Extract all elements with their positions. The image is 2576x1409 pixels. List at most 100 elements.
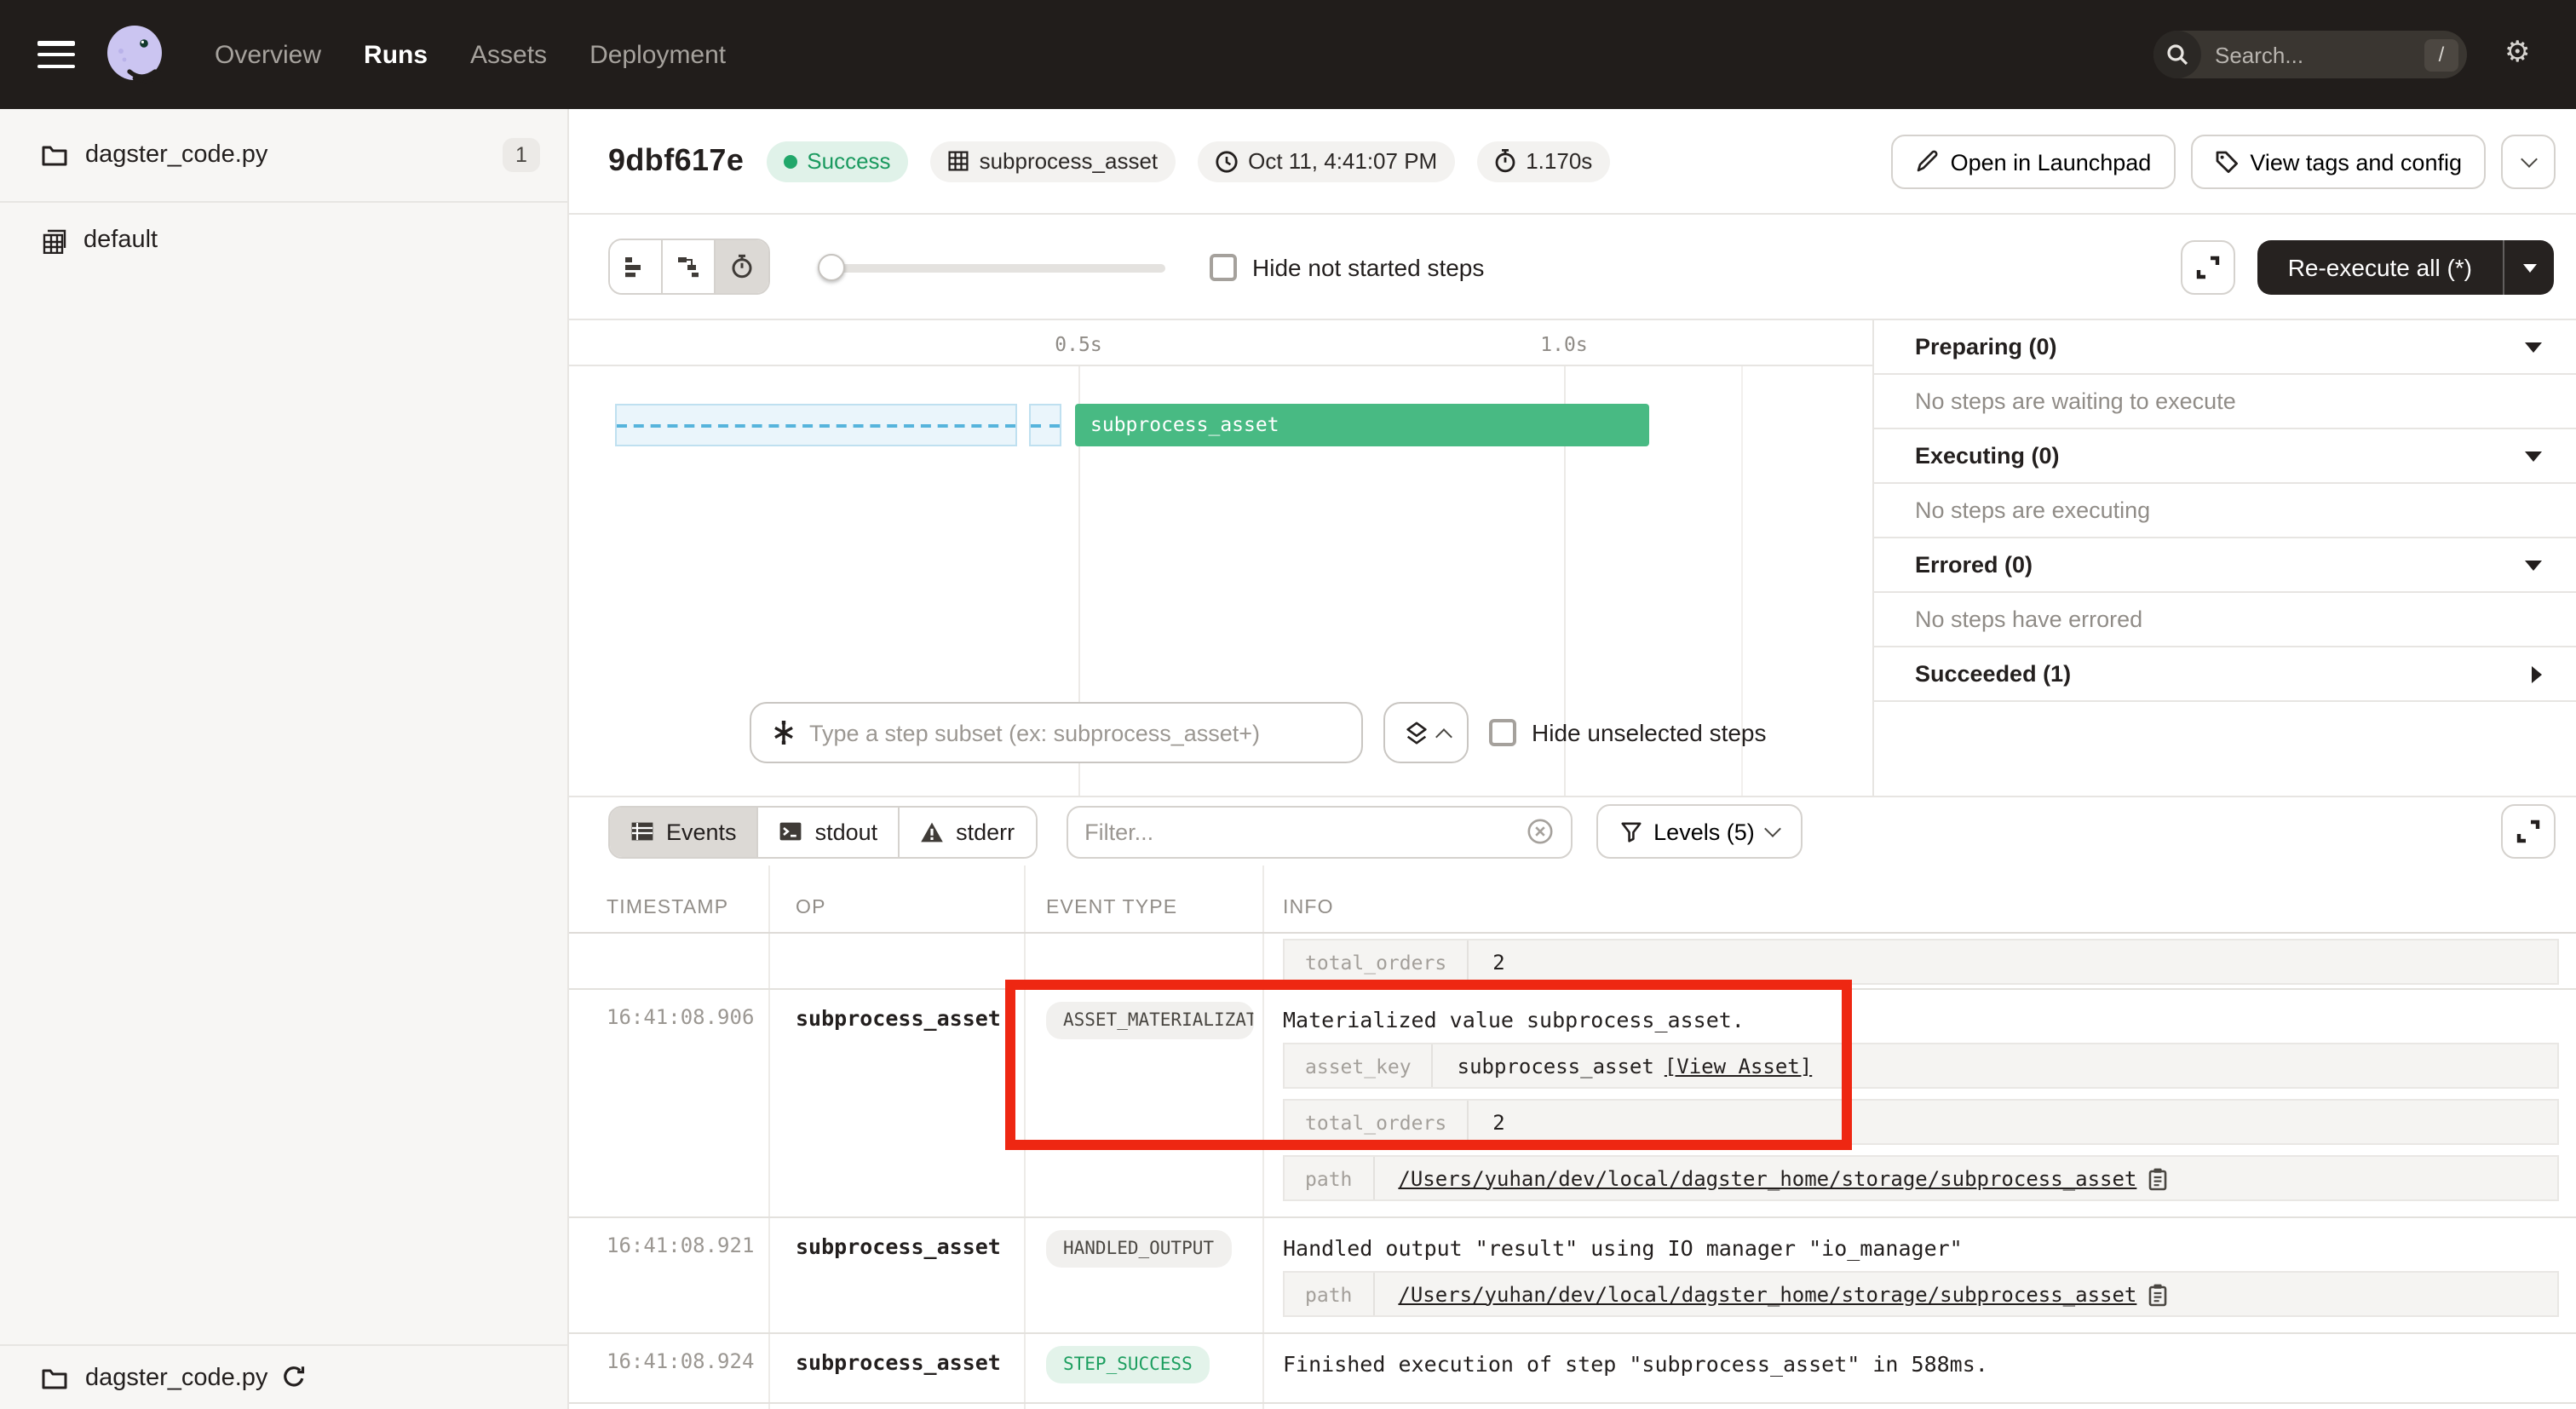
- zoom-slider[interactable]: [818, 253, 1165, 280]
- metadata-label: total_orders: [1285, 1101, 1469, 1143]
- dagster-logo-icon[interactable]: [102, 22, 167, 87]
- view-asset-link[interactable]: [View Asset]: [1665, 1054, 1812, 1078]
- sidebar-footer-code-location[interactable]: dagster_code.py: [0, 1344, 567, 1409]
- pencil-icon: [1915, 150, 1939, 174]
- metadata-value: /Users/yuhan/dev/local/dagster_home/stor…: [1398, 1282, 2136, 1306]
- event-timestamp[interactable]: 16:41:08.921: [607, 1234, 754, 1257]
- event-timestamp[interactable]: 16:41:08.906: [607, 1005, 754, 1029]
- step-status-section-header[interactable]: Succeeded (1): [1874, 647, 2576, 702]
- top-nav: Overview Runs Assets Deployment Search..…: [0, 0, 2576, 109]
- gantt-fullscreen-button[interactable]: [2181, 240, 2235, 295]
- event-message: Materialized value subprocess_asset.: [1283, 1005, 2559, 1034]
- event-op: subprocess_asset: [796, 1234, 1001, 1259]
- checkbox-icon: [1489, 719, 1516, 746]
- gantt-section: 0.5s 1.0s subprocess_asset Type a step s…: [569, 320, 2576, 797]
- tag-icon: [2214, 150, 2238, 174]
- expand-icon: [2515, 818, 2542, 845]
- run-header-more-button[interactable]: [2501, 135, 2556, 189]
- caret-icon: [2525, 560, 2542, 570]
- table-row: total_orders 2: [569, 934, 2576, 990]
- event-message: Handled output "result" using IO manager…: [1283, 1234, 2559, 1262]
- hide-not-started-checkbox[interactable]: Hide not started steps: [1210, 253, 1484, 280]
- search-placeholder: Search...: [2215, 42, 2424, 67]
- re-execute-button[interactable]: Re-execute all (*): [2257, 240, 2554, 295]
- event-metadata: asset_key subprocess_asset [View Asset] …: [1283, 1043, 2559, 1201]
- sidebar-file-label: dagster_code.py: [85, 141, 267, 169]
- axis-tick: 1.0s: [1540, 332, 1587, 356]
- status-badge: Success: [766, 141, 907, 181]
- step-status-empty-text: No steps are waiting to execute: [1874, 375, 2576, 429]
- table-row: 16:41:08.921 subprocess_asset HANDLED_OU…: [569, 1218, 2576, 1334]
- tab-events[interactable]: Events: [610, 807, 759, 856]
- section-title: Executing (0): [1915, 443, 2060, 469]
- reload-icon[interactable]: [281, 1365, 307, 1390]
- open-in-launchpad-button[interactable]: Open in Launchpad: [1891, 135, 2176, 189]
- step-status-section-header[interactable]: Errored (0): [1874, 538, 2576, 593]
- event-type-badge: HANDLED_OUTPUT: [1046, 1230, 1231, 1268]
- step-status-section-header[interactable]: Preparing (0): [1874, 320, 2576, 375]
- re-execute-dropdown[interactable]: [2503, 240, 2554, 295]
- copy-icon[interactable]: [2147, 1166, 2169, 1190]
- nav-runs[interactable]: Runs: [364, 40, 428, 69]
- folder-icon: [41, 143, 68, 167]
- step-status-empty-text: No steps have errored: [1874, 593, 2576, 647]
- sidebar-item-job-default[interactable]: default: [0, 203, 567, 278]
- gantt-chart: 0.5s 1.0s subprocess_asset Type a step s…: [569, 320, 1872, 796]
- view-timed-icon[interactable]: [716, 240, 768, 293]
- clock-icon: [1214, 149, 1238, 173]
- funnel-icon: [1619, 820, 1642, 843]
- view-flat-icon[interactable]: [610, 240, 663, 293]
- section-title: Preparing (0): [1915, 334, 2057, 359]
- copy-icon[interactable]: [2147, 1282, 2169, 1306]
- nav-assets[interactable]: Assets: [470, 40, 547, 69]
- slider-track: [818, 263, 1165, 272]
- event-metadata: path /Users/yuhan/dev/local/dagster_home…: [1283, 1271, 2559, 1317]
- metadata-value: /Users/yuhan/dev/local/dagster_home/stor…: [1398, 1166, 2136, 1190]
- tab-stderr[interactable]: stderr: [900, 807, 1035, 856]
- sidebar: dagster_code.py 1 default dagster_code.p…: [0, 109, 569, 1409]
- menu-icon[interactable]: [37, 41, 75, 68]
- graph-query-toggle-button[interactable]: [1383, 702, 1469, 763]
- log-filter-input[interactable]: Filter...: [1066, 805, 1572, 858]
- chevron-down-icon: [2520, 151, 2537, 168]
- step-status-section-header[interactable]: Executing (0): [1874, 429, 2576, 484]
- tab-stdout[interactable]: stdout: [759, 807, 900, 856]
- view-waterfall-icon[interactable]: [663, 240, 716, 293]
- slider-knob[interactable]: [818, 253, 845, 280]
- filter-placeholder: Filter...: [1084, 819, 1526, 844]
- col-timestamp: TIMESTAMP: [569, 866, 770, 932]
- sidebar-item-code-location[interactable]: dagster_code.py 1: [0, 109, 567, 203]
- axis-tick: 0.5s: [1055, 332, 1101, 356]
- metadata-value: 2: [1492, 950, 1504, 974]
- col-op: OP: [770, 866, 1026, 932]
- col-event-type: EVENT TYPE: [1026, 866, 1264, 932]
- step-status-empty-text: No steps are executing: [1874, 484, 2576, 538]
- metadata-label: total_orders: [1285, 940, 1469, 983]
- layers-icon: [1403, 720, 1429, 745]
- search-input[interactable]: Search... /: [2153, 31, 2467, 78]
- table-icon: [630, 821, 654, 842]
- log-view-tabs: Events stdout stderr: [608, 805, 1037, 858]
- view-tags-config-button[interactable]: View tags and config: [2190, 135, 2486, 189]
- step-subset-input[interactable]: Type a step subset (ex: subprocess_asset…: [750, 702, 1363, 763]
- levels-filter-button[interactable]: Levels (5): [1596, 804, 1803, 859]
- chevron-up-icon: [1435, 728, 1452, 745]
- nav-deployment[interactable]: Deployment: [589, 40, 726, 69]
- metadata-value: 2: [1492, 1110, 1504, 1134]
- gantt-time-axis: 0.5s 1.0s: [569, 320, 1872, 366]
- event-timestamp[interactable]: 16:41:08.924: [607, 1349, 754, 1373]
- hide-unselected-checkbox[interactable]: Hide unselected steps: [1489, 719, 1767, 746]
- run-target-pill[interactable]: subprocess_asset: [930, 141, 1176, 181]
- gantt-step-bar[interactable]: subprocess_asset: [1075, 404, 1649, 446]
- logs-fullscreen-button[interactable]: [2501, 804, 2556, 859]
- caret-icon: [2525, 451, 2542, 461]
- event-op: subprocess_asset: [796, 1349, 1001, 1375]
- primary-nav: Overview Runs Assets Deployment: [215, 40, 726, 69]
- stopwatch-icon: [1493, 148, 1515, 174]
- status-dot-icon: [783, 154, 796, 168]
- run-header: 9dbf617e Success subprocess_asset Oct 11…: [569, 109, 2576, 215]
- gantt-waiting-bar: [615, 404, 1017, 446]
- gear-icon[interactable]: ⚙: [2504, 37, 2531, 66]
- clear-filter-icon[interactable]: [1526, 818, 1553, 845]
- nav-overview[interactable]: Overview: [215, 40, 321, 69]
